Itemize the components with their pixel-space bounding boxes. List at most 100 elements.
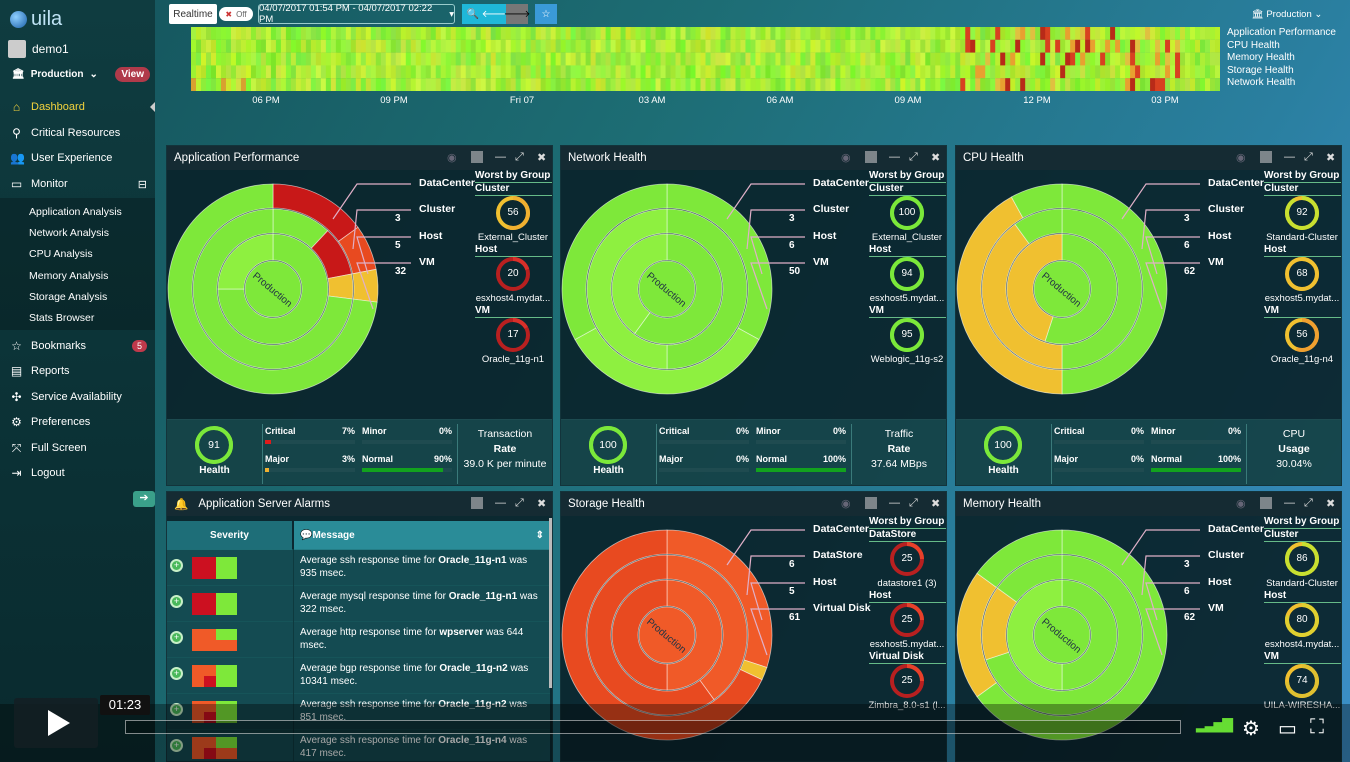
heatmap-cell[interactable] [715,78,721,91]
heatmap-cell[interactable] [915,78,921,91]
heatmap-cell[interactable] [650,65,657,79]
heatmap-cell[interactable] [425,78,432,91]
heatmap-cell[interactable] [1170,39,1176,53]
heatmap-cell[interactable] [960,65,966,79]
heatmap-cell[interactable] [470,65,477,79]
heatmap-cell[interactable] [395,39,402,53]
heatmap-cell[interactable] [990,65,996,79]
heatmap-cell[interactable] [755,65,761,79]
heatmap-cell[interactable] [1015,78,1021,91]
heatmap-cell[interactable] [860,27,866,40]
heatmap-cell[interactable] [930,27,936,40]
heatmap-cell[interactable] [245,27,252,40]
heatmap-cell[interactable] [1160,52,1166,66]
heatmap-cell[interactable] [855,39,861,53]
heatmap-cell[interactable] [1110,27,1116,40]
heatmap-cell[interactable] [1175,52,1181,66]
heatmap-cell[interactable] [675,78,682,91]
heatmap-cell[interactable] [1135,65,1141,79]
heatmap-cell[interactable] [905,78,911,91]
heatmap-cell[interactable] [1035,52,1041,66]
heatmap-cell[interactable] [605,65,612,79]
heatmap-cell[interactable] [270,27,277,40]
heatmap-cell[interactable] [385,52,392,66]
heatmap-cell[interactable] [1095,78,1101,91]
heatmap-cell[interactable] [195,52,202,66]
heatmap-cell[interactable] [465,27,472,40]
heatmap-cell[interactable] [930,65,936,79]
heatmap-cell[interactable] [1080,65,1086,79]
heatmap-cell[interactable] [1115,39,1121,53]
heatmap-cell[interactable] [1115,78,1121,91]
heatmap-cell[interactable] [620,65,627,79]
heatmap-cell[interactable] [1030,27,1036,40]
heatmap-cell[interactable] [475,27,482,40]
heatmap-cell[interactable] [875,52,881,66]
heatmap-cell[interactable] [610,78,617,91]
heatmap-cell[interactable] [880,65,886,79]
heatmap-cell[interactable] [430,52,437,66]
heatmap-cell[interactable] [200,27,207,40]
heatmap-cell[interactable] [360,78,367,91]
heatmap-cell[interactable] [1185,39,1191,53]
heatmap-cell[interactable] [855,65,861,79]
heatmap-cell[interactable] [340,78,347,91]
heatmap-cell[interactable] [1095,27,1101,40]
heatmap-cell[interactable] [710,78,716,91]
heatmap-cell[interactable] [1155,27,1161,40]
heatmap-cell[interactable] [1070,52,1076,66]
heatmap-cell[interactable] [250,39,257,53]
heatmap-cell[interactable] [1080,39,1086,53]
heatmap-cell[interactable] [755,52,761,66]
alarm-row[interactable]: + Average http response time for wpserver… [167,621,550,658]
heatmap-cell[interactable] [1110,65,1116,79]
heatmap-cell[interactable] [465,39,472,53]
heatmap-cell[interactable] [460,78,467,91]
heatmap-cell[interactable] [555,65,562,79]
heatmap-cell[interactable] [1170,52,1176,66]
heatmap-cell[interactable] [260,39,267,53]
heatmap-cell[interactable] [290,27,297,40]
heatmap-cell[interactable] [705,39,711,53]
heatmap-cell[interactable] [1125,39,1131,53]
heatmap-cell[interactable] [795,52,801,66]
heatmap-cell[interactable] [425,27,432,40]
heatmap-cell[interactable] [260,27,267,40]
heatmap-cell[interactable] [635,78,642,91]
heatmap-cell[interactable] [230,78,237,91]
heatmap-cell[interactable] [830,39,836,53]
heatmap-cell[interactable] [585,52,592,66]
heatmap-cell[interactable] [695,39,702,53]
heatmap-cell[interactable] [255,52,262,66]
heatmap-cell[interactable] [1175,27,1181,40]
heatmap-cell[interactable] [540,78,547,91]
heatmap-cell[interactable] [191,39,197,53]
heatmap-cell[interactable] [920,52,926,66]
heatmap-cell[interactable] [890,65,896,79]
heatmap-cell[interactable] [410,39,417,53]
heatmap-cell[interactable] [1165,65,1171,79]
heatmap-cell[interactable] [400,78,407,91]
heatmap-cell[interactable] [1105,27,1111,40]
heatmap-cell[interactable] [510,65,517,79]
heatmap-cell[interactable] [925,39,931,53]
heatmap-cell[interactable] [1215,39,1220,53]
heatmap-cell[interactable] [955,52,961,66]
worst-item-name[interactable]: Oracle_11g-n1 [471,354,552,365]
heatmap-cell[interactable] [670,39,677,53]
heatmap-cell[interactable] [425,52,432,66]
heatmap-cell[interactable] [440,78,447,91]
heatmap-cell[interactable] [615,52,622,66]
heatmap-cell[interactable] [605,52,612,66]
heatmap-cell[interactable] [960,52,966,66]
heatmap-cell[interactable] [1045,78,1051,91]
heatmap-cell[interactable] [425,65,432,79]
heatmap-cell[interactable] [495,78,502,91]
heatmap-cell[interactable] [315,65,322,79]
heatmap-cell[interactable] [635,39,642,53]
heatmap-cell[interactable] [780,78,786,91]
heatmap-cell[interactable] [795,78,801,91]
heatmap-cell[interactable] [810,27,816,40]
heatmap-cell[interactable] [191,65,197,79]
heatmap-cell[interactable] [1025,65,1031,79]
